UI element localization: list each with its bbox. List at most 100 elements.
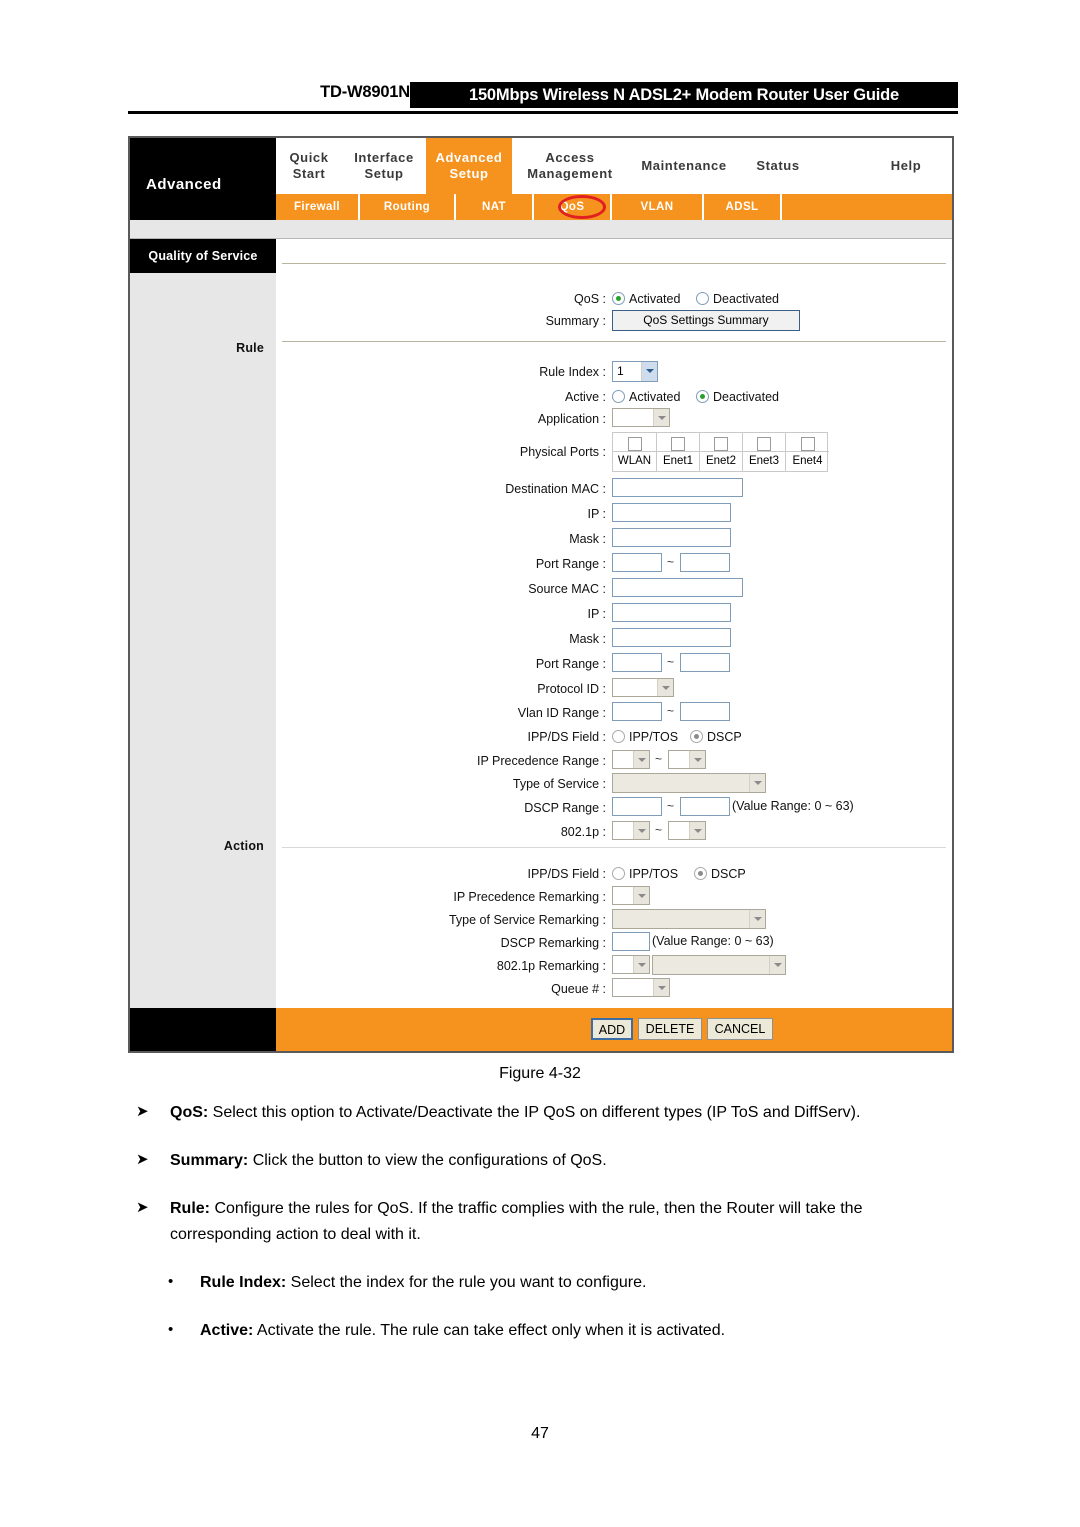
nav-quick-start-line1: Quick bbox=[289, 149, 329, 165]
bullet-summary-term: Summary: bbox=[170, 1151, 249, 1169]
bullet-active: • Active: Activate the rule. The rule ca… bbox=[128, 1318, 958, 1344]
chevron-down-icon[interactable] bbox=[633, 887, 649, 904]
chevron-down-icon[interactable] bbox=[653, 979, 669, 996]
subnav-item-routing[interactable]: Routing bbox=[360, 194, 456, 220]
source-mask-input[interactable] bbox=[612, 628, 731, 647]
dscp-remarking-input[interactable] bbox=[612, 932, 650, 951]
vlan-id-range-to-input[interactable] bbox=[680, 702, 730, 721]
nav-advanced-setup[interactable]: Advanced Setup bbox=[426, 138, 512, 194]
physical-ports-table: WLAN Enet1 Enet2 Enet3 Enet4 bbox=[612, 432, 829, 472]
row-destination-ip: IP : bbox=[276, 504, 606, 524]
add-button[interactable]: ADD bbox=[591, 1018, 633, 1040]
rail-label-action: Action bbox=[223, 839, 264, 853]
type-of-service-remarking-select[interactable] bbox=[612, 909, 766, 929]
nav-access-management-line1: Access bbox=[545, 149, 595, 165]
row-dot1p: 802.1p : bbox=[276, 822, 606, 842]
physical-port-checkbox-enet1[interactable] bbox=[671, 437, 685, 451]
protocol-id-select[interactable] bbox=[612, 678, 674, 697]
chevron-down-icon[interactable] bbox=[769, 956, 785, 974]
subnav-item-firewall[interactable]: Firewall bbox=[276, 194, 360, 220]
physical-port-cell-enet4[interactable]: Enet4 bbox=[786, 433, 829, 471]
nav-maintenance[interactable]: Maintenance bbox=[628, 138, 740, 194]
queue-select[interactable] bbox=[612, 978, 670, 997]
source-mask-label: Mask : bbox=[569, 632, 606, 646]
dscp-range-to-input[interactable] bbox=[680, 797, 730, 816]
qos-deactivated-radio[interactable] bbox=[696, 292, 709, 305]
physical-port-cell-wlan[interactable]: WLAN bbox=[613, 433, 657, 471]
nav-quick-start[interactable]: Quick Start bbox=[276, 138, 342, 194]
chevron-down-icon[interactable] bbox=[633, 956, 649, 973]
row-source-port-range: Port Range : bbox=[276, 654, 606, 674]
chevron-down-icon[interactable] bbox=[633, 822, 649, 839]
cancel-button[interactable]: CANCEL bbox=[707, 1018, 773, 1040]
subnav-item-blank bbox=[782, 194, 956, 220]
physical-port-checkbox-enet4[interactable] bbox=[800, 437, 815, 451]
vlan-id-range-from-input[interactable] bbox=[612, 702, 662, 721]
dot1p-to-select[interactable] bbox=[668, 821, 706, 840]
chevron-down-icon[interactable] bbox=[657, 679, 673, 696]
nav-access-management[interactable]: Access Management bbox=[512, 138, 628, 194]
physical-port-name-enet3: Enet3 bbox=[743, 451, 785, 470]
destination-mask-label: Mask : bbox=[569, 532, 606, 546]
physical-port-checkbox-enet2[interactable] bbox=[714, 437, 728, 451]
vlan-id-range-separator: ~ bbox=[667, 704, 675, 718]
source-ip-input[interactable] bbox=[612, 603, 731, 622]
nav-interface-setup[interactable]: Interface Setup bbox=[342, 138, 426, 194]
active-deactivated-radio[interactable] bbox=[696, 390, 709, 403]
chevron-down-icon[interactable] bbox=[749, 910, 765, 928]
source-mac-input[interactable] bbox=[612, 578, 743, 597]
qos-activated-label: Activated bbox=[629, 292, 681, 306]
ip-precedence-range-to-select[interactable] bbox=[668, 750, 706, 769]
dot1p-remarking-select[interactable] bbox=[612, 955, 650, 974]
ip-precedence-remarking-select[interactable] bbox=[612, 886, 650, 905]
physical-port-cell-enet2[interactable]: Enet2 bbox=[700, 433, 743, 471]
bullet-qos: ➤ QoS: Select this option to Activate/De… bbox=[128, 1100, 958, 1126]
action-ipp-tos-radio[interactable] bbox=[612, 867, 625, 880]
physical-port-checkbox-enet3[interactable] bbox=[757, 437, 771, 451]
chevron-down-icon[interactable] bbox=[749, 774, 765, 792]
qos-activated-radio[interactable] bbox=[612, 292, 625, 305]
ip-precedence-remarking-label: IP Precedence Remarking : bbox=[453, 890, 606, 904]
physical-port-name-enet4: Enet4 bbox=[786, 451, 829, 470]
qos-settings-summary-button[interactable]: QoS Settings Summary bbox=[612, 310, 800, 331]
active-activated-radio[interactable] bbox=[612, 390, 625, 403]
chevron-down-icon[interactable] bbox=[641, 362, 657, 381]
subnav-item-nat[interactable]: NAT bbox=[456, 194, 534, 220]
nav-status[interactable]: Status bbox=[740, 138, 816, 194]
destination-ip-input[interactable] bbox=[612, 503, 731, 522]
dscp-range-from-input[interactable] bbox=[612, 797, 662, 816]
destination-mac-input[interactable] bbox=[612, 478, 743, 497]
nav-help[interactable]: Help bbox=[868, 138, 944, 194]
chevron-down-icon[interactable] bbox=[653, 409, 669, 426]
subnav-item-qos[interactable]: QoS bbox=[534, 194, 612, 220]
application-select[interactable] bbox=[612, 408, 670, 427]
source-port-range-from-input[interactable] bbox=[612, 653, 662, 672]
delete-button[interactable]: DELETE bbox=[638, 1018, 702, 1040]
qos-label: QoS : bbox=[574, 292, 606, 306]
rule-ipp-tos-radio[interactable] bbox=[612, 730, 625, 743]
physical-port-checkbox-wlan[interactable] bbox=[627, 437, 642, 451]
destination-port-range-from-input[interactable] bbox=[612, 553, 662, 572]
router-web-ui-figure: Advanced Quick Start Interface Setup Adv… bbox=[128, 136, 954, 1053]
chevron-down-icon[interactable] bbox=[633, 751, 649, 768]
type-of-service-select[interactable] bbox=[612, 773, 766, 793]
action-dscp-radio[interactable] bbox=[694, 867, 707, 880]
source-port-range-separator: ~ bbox=[667, 655, 675, 669]
ip-precedence-range-from-select[interactable] bbox=[612, 750, 650, 769]
chevron-down-icon[interactable] bbox=[689, 751, 705, 768]
dot1p-remarking-secondary-select[interactable] bbox=[652, 955, 786, 975]
type-of-service-label: Type of Service : bbox=[512, 777, 606, 791]
dot1p-from-select[interactable] bbox=[612, 821, 650, 840]
subnav-item-adsl[interactable]: ADSL bbox=[704, 194, 782, 220]
subnav-item-vlan[interactable]: VLAN bbox=[612, 194, 704, 220]
bullet-summary: ➤ Summary: Click the button to view the … bbox=[128, 1148, 958, 1174]
chevron-down-icon[interactable] bbox=[689, 822, 705, 839]
rule-dscp-radio[interactable] bbox=[690, 730, 703, 743]
rule-index-select[interactable]: 1 bbox=[612, 361, 658, 382]
destination-mask-input[interactable] bbox=[612, 528, 731, 547]
source-port-range-to-input[interactable] bbox=[680, 653, 730, 672]
physical-port-cell-enet1[interactable]: Enet1 bbox=[657, 433, 700, 471]
row-rule-index: Rule Index : bbox=[276, 362, 606, 382]
physical-port-cell-enet3[interactable]: Enet3 bbox=[743, 433, 786, 471]
destination-port-range-to-input[interactable] bbox=[680, 553, 730, 572]
